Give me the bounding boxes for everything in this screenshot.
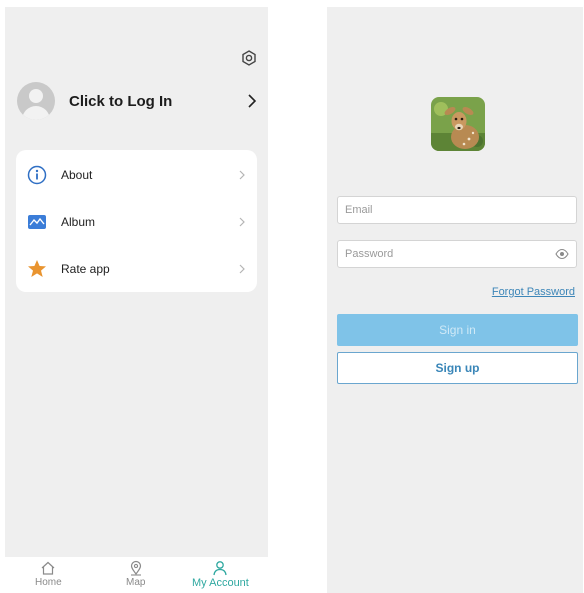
nav-label: My Account bbox=[192, 577, 249, 589]
password-input[interactable] bbox=[338, 241, 545, 267]
menu-item-label: Album bbox=[61, 215, 96, 229]
login-screen: Forgot Password Sign in Sign up bbox=[327, 7, 583, 593]
forgot-password-link[interactable]: Forgot Password bbox=[492, 286, 575, 298]
chevron-right-icon bbox=[239, 217, 245, 227]
image-icon bbox=[28, 215, 46, 229]
app-logo-deer-icon bbox=[431, 97, 485, 151]
avatar bbox=[17, 82, 55, 120]
bottom-nav: Home Map My Account bbox=[5, 557, 268, 593]
email-field[interactable] bbox=[337, 196, 577, 224]
menu-item-about[interactable]: About bbox=[16, 155, 257, 195]
email-input[interactable] bbox=[338, 197, 545, 223]
star-icon bbox=[28, 260, 46, 277]
menu-item-label: Rate app bbox=[61, 262, 110, 276]
map-pin-icon bbox=[130, 560, 141, 576]
menu-item-album[interactable]: Album bbox=[16, 202, 257, 242]
menu-item-label: About bbox=[61, 168, 93, 182]
account-screen: Click to Log In About Album Rate app Hom… bbox=[5, 7, 268, 593]
nav-label: Home bbox=[35, 577, 62, 588]
sign-in-button[interactable]: Sign in bbox=[337, 314, 578, 346]
login-row[interactable]: Click to Log In bbox=[17, 81, 257, 121]
login-label: Click to Log In bbox=[69, 92, 173, 110]
settings-gear-icon[interactable] bbox=[241, 50, 257, 66]
user-icon bbox=[213, 561, 228, 576]
home-icon bbox=[41, 561, 55, 575]
nav-home[interactable]: Home bbox=[35, 560, 62, 592]
nav-label: Map bbox=[126, 577, 146, 588]
chevron-right-icon bbox=[248, 94, 257, 108]
nav-my-account[interactable]: My Account bbox=[192, 560, 249, 592]
chevron-right-icon bbox=[239, 170, 245, 180]
sign-up-button[interactable]: Sign up bbox=[337, 352, 578, 384]
menu-item-rate-app[interactable]: Rate app bbox=[16, 249, 257, 289]
info-icon bbox=[27, 165, 47, 185]
chevron-right-icon bbox=[239, 264, 245, 274]
password-field[interactable] bbox=[337, 240, 577, 268]
nav-map[interactable]: Map bbox=[126, 560, 145, 592]
eye-icon[interactable] bbox=[555, 248, 569, 260]
menu-card: About Album Rate app bbox=[16, 150, 257, 292]
